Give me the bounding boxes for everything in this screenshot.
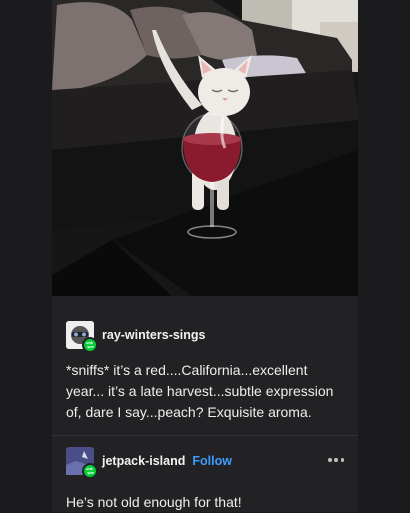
avatar[interactable]: [66, 321, 98, 353]
post-photo[interactable]: [52, 0, 358, 296]
reblog-icon: [82, 463, 98, 479]
reblog-text: He’s not old enough for that!: [66, 494, 242, 510]
reblog-icon: [82, 337, 98, 353]
username[interactable]: jetpack-island: [102, 454, 185, 468]
more-options-icon[interactable]: [328, 455, 344, 465]
follow-button[interactable]: Follow: [192, 454, 232, 468]
reblog-text: *sniffs* it’s a red....California...exce…: [66, 362, 334, 420]
kitten-wine-photo: [52, 0, 358, 296]
divider: [52, 435, 358, 436]
post-card: ray-winters-sings *sniffs* it’s a red...…: [52, 0, 358, 512]
username[interactable]: ray-winters-sings: [102, 328, 206, 342]
avatar[interactable]: [66, 447, 98, 479]
reblog-header-ray-winters-sings: ray-winters-sings: [66, 321, 206, 353]
reblog-header-jetpack-island: jetpack-island Follow: [66, 447, 232, 479]
